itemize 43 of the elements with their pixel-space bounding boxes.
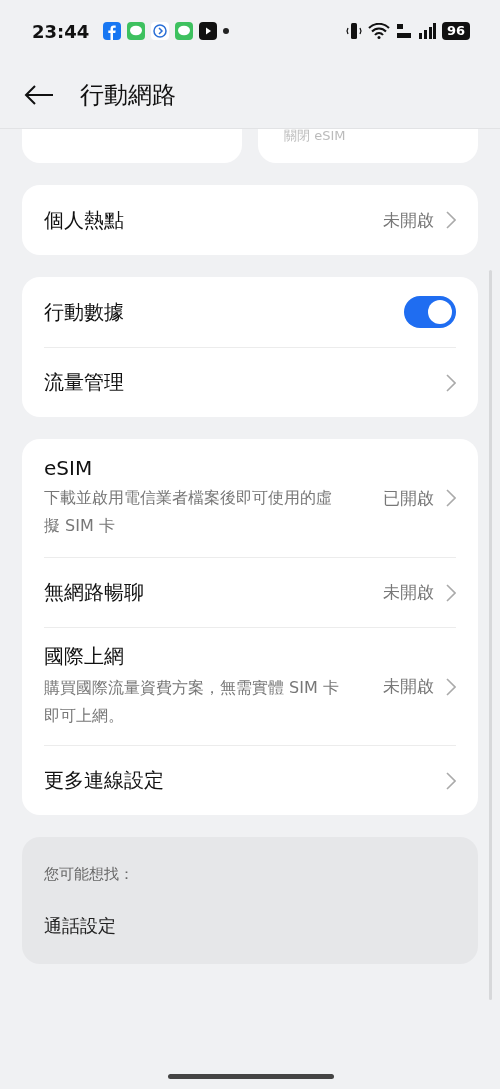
- toggle-switch[interactable]: [404, 296, 456, 328]
- back-arrow-icon[interactable]: [24, 85, 54, 105]
- row-title: eSIM: [44, 456, 94, 480]
- notification-icon: [175, 22, 194, 40]
- row-title: 無網路暢聊: [44, 579, 145, 606]
- row-title: 更多連線設定: [44, 767, 165, 794]
- signal-icon: [417, 23, 436, 39]
- card-caption: 關閉 eSIM: [283, 129, 347, 142]
- wifi-icon: [367, 23, 390, 39]
- settings-row[interactable]: eSIM 下載並啟用電信業者檔案後即可使用的虛擬 SIM 卡 已開啟: [44, 439, 456, 557]
- settings-row[interactable]: 行動數據: [44, 277, 456, 347]
- status-text: 未開啟: [383, 581, 434, 604]
- vibrate-icon: [345, 22, 362, 40]
- row-description: 購買國際流量資費方案，無需實體 SIM 卡即可上網。: [44, 677, 340, 727]
- suggestion-link[interactable]: 通話設定: [44, 914, 456, 938]
- notification-icon: [103, 22, 122, 40]
- notification-icon: [127, 22, 146, 40]
- settings-row[interactable]: 無網路暢聊 未開啟: [44, 557, 456, 627]
- row-description: 下載並啟用電信業者檔案後即可使用的虛擬 SIM 卡: [44, 487, 333, 537]
- settings-row[interactable]: 國際上網 購買國際流量資費方案，無需實體 SIM 卡即可上網。 未開啟: [44, 627, 456, 745]
- row-title: 國際上網: [44, 643, 125, 670]
- settings-row[interactable]: 流量管理: [44, 347, 456, 417]
- chevron-right-icon: [446, 211, 456, 229]
- battery-level: 96: [441, 22, 470, 40]
- status-text: 已開啟: [383, 486, 434, 510]
- row-title: 行動數據: [44, 298, 125, 326]
- row-title: 個人熱點: [44, 206, 125, 234]
- row-title: 流量管理: [44, 369, 125, 396]
- chevron-right-icon: [446, 771, 456, 790]
- dot-icon: [223, 28, 230, 34]
- page-title: 行動網路: [80, 80, 176, 111]
- suggestions-heading: 您可能想找：: [44, 865, 135, 884]
- chevron-right-icon: [446, 489, 456, 507]
- notification-icon: [151, 22, 170, 40]
- chevron-right-icon: [446, 373, 456, 392]
- notification-icon: [199, 22, 218, 40]
- clock-time: 23:44: [32, 20, 90, 42]
- settings-row[interactable]: 更多連線設定: [44, 745, 456, 815]
- chevron-right-icon: [446, 677, 456, 696]
- chevron-right-icon: [446, 583, 456, 602]
- status-text: 未開啟: [383, 208, 434, 232]
- status-text: 未開啟: [383, 675, 434, 698]
- settings-row[interactable]: 個人熱點 未開啟: [44, 185, 456, 255]
